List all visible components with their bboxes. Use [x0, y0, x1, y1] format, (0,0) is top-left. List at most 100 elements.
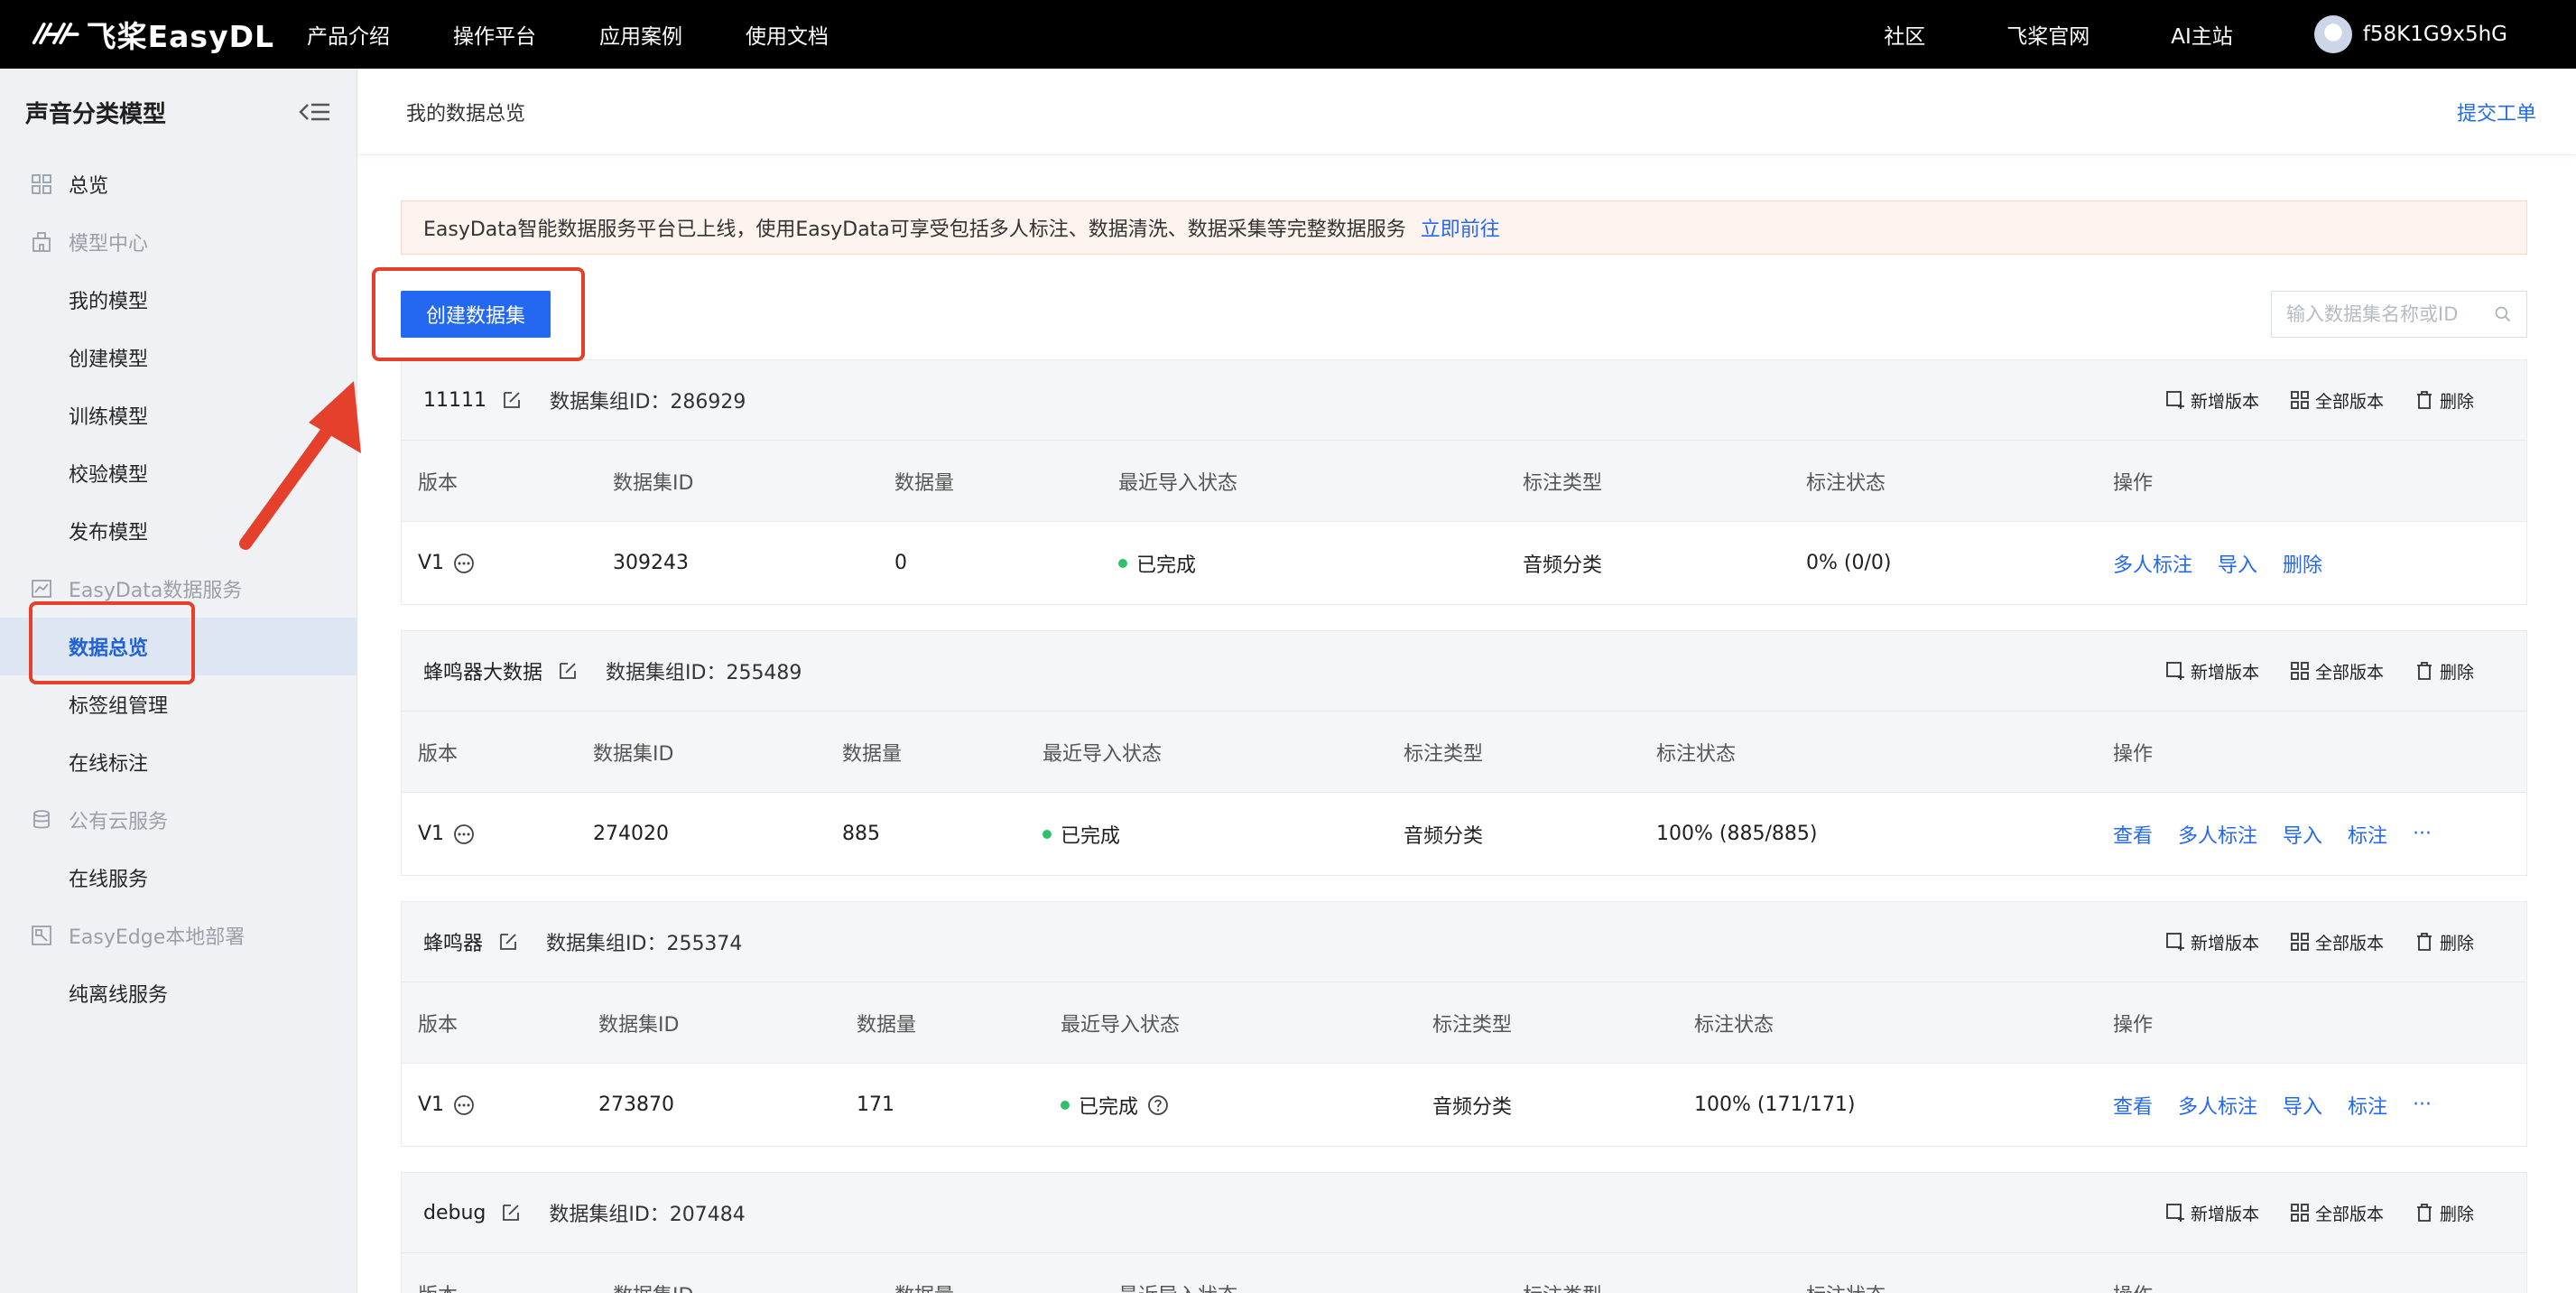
import-link[interactable]: 导入: [2218, 549, 2257, 578]
delete-dataset-button[interactable]: 删除: [2414, 388, 2474, 413]
sidebar-group-label: 公有云服务: [69, 811, 169, 833]
paddle-logo-icon: [32, 23, 79, 45]
sidebar-item-label: 标签组管理: [69, 695, 169, 718]
collapse-sidebar-icon[interactable]: [297, 99, 331, 125]
grid-icon: [32, 174, 51, 194]
add-version-button[interactable]: 新增版本: [2165, 659, 2259, 684]
column-header: 最近导入状态: [1118, 1253, 1237, 1293]
dataset-group-id: 数据集组ID：207484: [549, 1204, 746, 1226]
search-input[interactable]: [2286, 303, 2494, 325]
delete-dataset-button[interactable]: 删除: [2414, 930, 2474, 954]
multi-label-link[interactable]: 多人标注: [2178, 1091, 2257, 1120]
multi-label-link[interactable]: 多人标注: [2113, 549, 2192, 578]
sidebar-group-label: EasyData数据服务: [69, 580, 243, 602]
view-link[interactable]: 查看: [2113, 820, 2153, 849]
question-icon[interactable]: [1147, 1094, 1169, 1116]
import-link[interactable]: 导入: [2283, 820, 2322, 849]
table-header: 版本 数据集ID 数据量 最近导入状态 标注类型 标注状态 操作: [402, 440, 2526, 521]
brand-logo[interactable]: 飞桨EasyDL: [31, 13, 274, 56]
nav-link-platform[interactable]: 操作平台: [453, 19, 536, 50]
avatar: [2313, 15, 2352, 53]
more-ops-button[interactable]: ···: [2413, 1093, 2432, 1116]
column-header: 操作: [2113, 1013, 2154, 1037]
add-version-icon: [2166, 662, 2184, 680]
delete-link[interactable]: 删除: [2283, 549, 2322, 578]
more-circle-icon[interactable]: [453, 823, 475, 845]
import-status: 已完成: [1079, 1095, 1139, 1119]
trash-icon: [2416, 662, 2432, 680]
nav-link-community[interactable]: 社区: [1884, 19, 1925, 50]
more-ops-button[interactable]: ···: [2413, 823, 2432, 845]
nav-link-cases[interactable]: 应用案例: [599, 19, 682, 50]
status-dot: [1061, 1100, 1070, 1110]
sidebar-item-my-models[interactable]: 我的模型: [0, 271, 357, 329]
sidebar-item-label: 训练模型: [69, 406, 149, 429]
column-header: 数据集ID: [598, 1013, 680, 1037]
version: V1: [418, 823, 445, 845]
action-label: 全部版本: [2314, 662, 2384, 683]
notice-banner: EasyData智能数据服务平台已上线，使用EasyData可享受包括多人标注、…: [401, 200, 2527, 255]
status-dot: [1118, 558, 1127, 568]
delete-dataset-button[interactable]: 删除: [2414, 1201, 2474, 1225]
import-link[interactable]: 导入: [2283, 1091, 2322, 1120]
edit-icon[interactable]: [557, 660, 579, 682]
nav-link-docs[interactable]: 使用文档: [746, 19, 829, 50]
label-link[interactable]: 标注: [2348, 1091, 2387, 1120]
action-label: 新增版本: [2190, 933, 2259, 953]
add-version-button[interactable]: 新增版本: [2165, 930, 2259, 954]
dataset-card: debug 数据集组ID：207484 新增版本 全部版本 删除 版本 数据集I…: [401, 1172, 2527, 1293]
column-header: 数据量: [894, 471, 955, 495]
edit-icon[interactable]: [500, 1202, 522, 1223]
highlight-create-button: [372, 267, 585, 361]
add-version-button[interactable]: 新增版本: [2165, 1201, 2259, 1225]
sidebar-item-offline-service[interactable]: 纯离线服务: [0, 964, 357, 1022]
more-circle-icon[interactable]: [453, 1094, 475, 1116]
sidebar-item-online-service[interactable]: 在线服务: [0, 849, 357, 907]
add-version-button[interactable]: 新增版本: [2165, 388, 2259, 413]
sidebar-group-easyedge: EasyEdge本地部署: [0, 907, 357, 964]
table-row: V1 273870 171 已完成 音频分类 100% (171/171) 查看…: [402, 1063, 2526, 1146]
column-header: 数据集ID: [613, 1253, 693, 1293]
version: V1: [418, 552, 445, 574]
column-header: 标注状态: [1694, 1013, 1774, 1037]
dataset-group-id: 数据集组ID：255489: [606, 662, 802, 684]
add-version-icon: [2166, 933, 2184, 951]
nav-link-ai-home[interactable]: AI主站: [2171, 19, 2233, 50]
add-version-icon: [2166, 391, 2184, 409]
all-versions-button[interactable]: 全部版本: [2290, 659, 2384, 684]
submit-ticket-link[interactable]: 提交工单: [2457, 98, 2536, 126]
label-type: 音频分类: [1404, 824, 1484, 848]
sidebar-group-public-cloud: 公有云服务: [0, 791, 357, 849]
edit-icon[interactable]: [501, 389, 523, 411]
dataset-name: 蜂鸣器: [423, 933, 484, 955]
all-versions-button[interactable]: 全部版本: [2290, 388, 2384, 413]
sidebar-item-overview[interactable]: 总览: [0, 155, 357, 213]
notice-go-link[interactable]: 立即前往: [1421, 213, 1500, 242]
multi-label-link[interactable]: 多人标注: [2178, 820, 2257, 849]
action-label: 删除: [2439, 391, 2474, 412]
sidebar-title: 声音分类模型: [25, 100, 167, 128]
nav-link-product[interactable]: 产品介绍: [307, 19, 390, 50]
all-versions-button[interactable]: 全部版本: [2290, 930, 2384, 954]
edit-icon[interactable]: [497, 931, 519, 953]
action-label: 新增版本: [2190, 391, 2259, 412]
edge-icon: [32, 926, 51, 945]
sidebar-item-label: 在线服务: [69, 869, 149, 891]
action-label: 删除: [2439, 1204, 2474, 1224]
add-version-icon: [2166, 1204, 2184, 1222]
column-header: 数据集ID: [613, 471, 694, 495]
all-versions-button[interactable]: 全部版本: [2290, 1201, 2384, 1225]
more-circle-icon[interactable]: [453, 553, 475, 574]
dataset-card: 蜂鸣器大数据 数据集组ID：255489 新增版本 全部版本 删除 版本 数据集…: [401, 630, 2527, 876]
column-header: 标注状态: [1806, 1253, 1886, 1293]
nav-link-paddle-site[interactable]: 飞桨官网: [2006, 19, 2090, 50]
label-link[interactable]: 标注: [2348, 820, 2387, 849]
user-menu[interactable]: f58K1G9x5hG: [2313, 15, 2507, 53]
page-header: 我的数据总览 提交工单: [357, 69, 2576, 155]
dataset-name: debug: [423, 1201, 486, 1224]
search-icon[interactable]: [2494, 303, 2512, 325]
delete-dataset-button[interactable]: 删除: [2414, 659, 2474, 684]
view-link[interactable]: 查看: [2113, 1091, 2153, 1120]
data-count: 885: [842, 823, 880, 845]
sidebar-item-online-labeling[interactable]: 在线标注: [0, 733, 357, 791]
